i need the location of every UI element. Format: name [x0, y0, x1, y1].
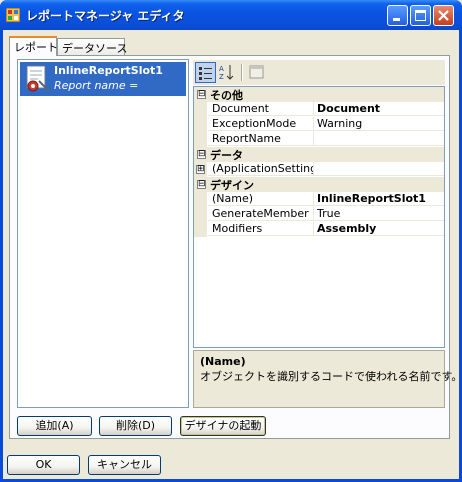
- property-grid[interactable]: ⊟ その他 Document Document ExceptionMode Wa…: [193, 86, 445, 348]
- property-name: GenerateMember: [208, 207, 314, 221]
- ok-button[interactable]: OK: [7, 455, 80, 475]
- launch-designer-button[interactable]: デザイナの起動: [180, 416, 266, 436]
- property-row-document[interactable]: Document Document: [194, 102, 444, 117]
- categorized-button[interactable]: [195, 62, 216, 83]
- property-name: Document: [208, 102, 314, 116]
- tab-report[interactable]: レポート: [9, 36, 58, 56]
- add-button[interactable]: 追加(A): [17, 416, 92, 436]
- sort-alphabetical-icon: A Z: [219, 65, 234, 81]
- expand-icon[interactable]: ⊞: [196, 165, 205, 174]
- list-item[interactable]: InlineReportSlot1 Report name =: [20, 62, 186, 96]
- property-value[interactable]: InlineReportSlot1: [314, 192, 444, 206]
- property-value[interactable]: Warning: [314, 117, 444, 131]
- maximize-icon: [415, 10, 426, 21]
- property-value[interactable]: True: [314, 207, 444, 221]
- remove-button[interactable]: 削除(D): [99, 416, 172, 436]
- collapse-icon[interactable]: ⊟: [197, 180, 206, 189]
- property-row-applicationsettings[interactable]: ⊞ (ApplicationSettings): [194, 162, 444, 177]
- svg-text:Z: Z: [219, 73, 224, 81]
- minimize-icon: [393, 18, 400, 21]
- property-value[interactable]: Assembly: [314, 222, 444, 236]
- maximize-button[interactable]: [410, 5, 431, 26]
- report-subtitle: Report name =: [54, 79, 139, 92]
- property-value[interactable]: Document: [314, 102, 444, 116]
- category-label: データ: [210, 149, 243, 162]
- close-button[interactable]: [433, 5, 454, 26]
- property-grid-toolbar: A Z: [193, 60, 445, 85]
- category-misc[interactable]: ⊟ その他: [194, 87, 444, 102]
- description-title: (Name): [200, 355, 246, 368]
- property-description-pane: (Name) オブジェクトを識別するコードで使われる名前です。: [193, 350, 462, 408]
- property-pages-icon: [249, 65, 264, 79]
- minimize-button[interactable]: [387, 5, 408, 26]
- property-row-reportname[interactable]: ReportName: [194, 132, 444, 147]
- property-row-name[interactable]: (Name) InlineReportSlot1: [194, 192, 444, 207]
- report-slot-icon: [26, 65, 50, 92]
- property-value[interactable]: [314, 132, 444, 146]
- category-label: デザイン: [210, 179, 254, 192]
- categorized-icon: [199, 67, 212, 80]
- property-name: (Name): [208, 192, 314, 206]
- close-icon: [438, 10, 449, 21]
- property-row-modifiers[interactable]: Modifiers Assembly: [194, 222, 444, 237]
- property-name: (ApplicationSettings): [208, 162, 314, 176]
- title-bar[interactable]: レポートマネージャ エディタ: [0, 0, 462, 30]
- property-pages-button[interactable]: [246, 62, 267, 83]
- property-row-generatemember[interactable]: GenerateMember True: [194, 207, 444, 222]
- svg-text:A: A: [219, 65, 224, 73]
- category-label: その他: [210, 89, 243, 102]
- tab-label: データソース: [62, 42, 128, 55]
- property-row-exceptionmode[interactable]: ExceptionMode Warning: [194, 117, 444, 132]
- description-text: オブジェクトを識別するコードで使われる名前です。: [200, 370, 462, 383]
- alphabetical-button[interactable]: A Z: [217, 62, 238, 83]
- collapse-icon[interactable]: ⊟: [197, 150, 206, 159]
- tab-label: レポート: [14, 41, 58, 54]
- property-value[interactable]: [314, 162, 444, 176]
- category-design[interactable]: ⊟ デザイン: [194, 177, 444, 192]
- category-data[interactable]: ⊟ データ: [194, 147, 444, 162]
- property-name: ExceptionMode: [208, 117, 314, 131]
- property-name: Modifiers: [208, 222, 314, 236]
- report-list[interactable]: InlineReportSlot1 Report name =: [17, 59, 189, 408]
- tab-data-source[interactable]: データソース: [57, 38, 128, 55]
- property-name: ReportName: [208, 132, 314, 146]
- report-name: InlineReportSlot1: [54, 64, 163, 77]
- toolbar-separator: [241, 64, 243, 81]
- cancel-button[interactable]: キャンセル: [88, 455, 161, 475]
- collapse-icon[interactable]: ⊟: [197, 90, 206, 99]
- app-icon: [6, 8, 20, 22]
- window-title: レポートマネージャ エディタ: [26, 9, 185, 23]
